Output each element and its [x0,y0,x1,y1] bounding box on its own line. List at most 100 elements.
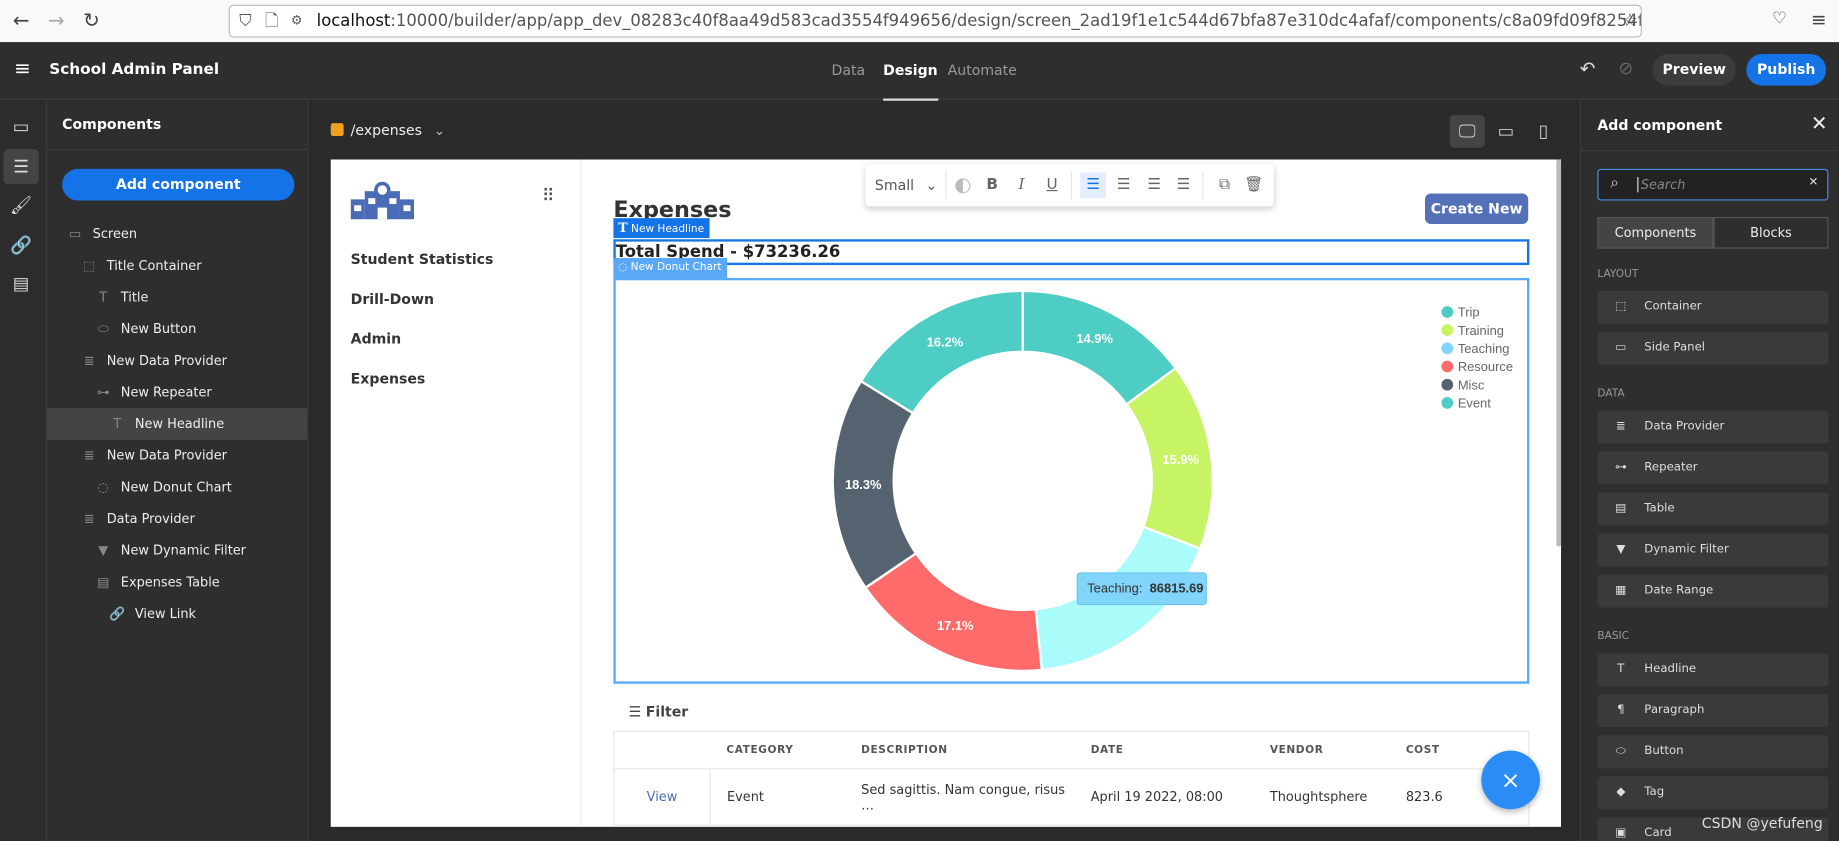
component-item[interactable]: ¶ Paragraph [1597,694,1829,728]
repeater-icon: ⊶ [1614,460,1627,474]
component-item[interactable]: ◆ Tag [1597,776,1829,810]
publish-button[interactable]: Publish [1746,53,1827,86]
tab-automate[interactable]: Automate [948,62,1017,78]
align-center-icon[interactable]: ☰ [1111,172,1137,198]
link-icon[interactable]: 🔗 [4,228,39,263]
filter-button[interactable]: ☰ Filter [629,704,689,720]
column-header[interactable]: CATEGORY [710,731,845,769]
color-picker-icon[interactable]: ◐ [950,172,976,198]
undo-icon[interactable]: ↶ [1580,57,1596,79]
nav-student-statistics[interactable]: Student Statistics [351,251,494,267]
forward-icon[interactable]: → [45,9,68,32]
bold-icon[interactable]: B [979,172,1005,198]
url-bar[interactable]: ⛉ 🗋 ⚙ localhost:10000/builder/app/app_de… [228,4,1642,38]
headline[interactable]: Total Spend - $73236.26 [613,239,1530,266]
underline-icon[interactable]: U [1039,172,1065,198]
tab-data[interactable]: Data [832,62,866,78]
tree-item[interactable]: ⊶ New Repeater [47,376,307,408]
component-item-label: Table [1644,501,1675,515]
tree-item-label: Expenses Table [120,574,220,590]
components-list-icon[interactable]: ☰ [3,148,39,185]
search-input[interactable]: ⌕ Search ✕ [1597,168,1829,201]
nav-admin[interactable]: Admin [351,331,401,347]
clear-search-icon[interactable]: ✕ [1809,176,1819,189]
close-icon[interactable]: ✕ [1811,113,1828,136]
tree-item[interactable]: ≣ Data Provider [47,503,307,535]
donut-icon: ◌ [618,261,628,274]
column-header[interactable] [614,731,710,769]
align-justify-icon[interactable]: ☰ [1170,172,1196,198]
tree-item[interactable]: ⬚ Title Container [47,250,307,282]
back-icon[interactable]: ← [9,9,32,32]
component-item[interactable]: ▤ Table [1597,492,1829,526]
duplicate-icon[interactable]: ⧉ [1212,172,1238,198]
component-item[interactable]: T Headline [1597,653,1829,687]
brush-icon[interactable]: 🖌 [4,188,39,223]
screens-icon[interactable]: ▭ [4,109,39,144]
pocket-icon[interactable]: ♡ [1772,9,1787,28]
tree-item[interactable]: ≣ New Data Provider [47,345,307,377]
nav-drill-down[interactable]: Drill-Down [351,291,434,307]
layout-icon[interactable]: ▤ [4,266,39,301]
component-item[interactable]: ▦ Date Range [1597,574,1829,608]
tree-item[interactable]: 🔗 View Link [47,598,307,630]
tree-item[interactable]: T New Headline [46,408,308,440]
bookmark-star-icon[interactable]: ☆ [1622,9,1638,30]
create-new-button[interactable]: Create New [1424,193,1529,225]
menu-icon[interactable]: ≡ [1811,8,1827,30]
watermark: CSDN @yefufeng [1701,815,1823,832]
legend-item[interactable]: Event [1441,396,1491,411]
desktop-view-icon[interactable]: 🖵 [1449,114,1485,148]
hamburger-icon[interactable]: ≡ [14,57,31,80]
component-item[interactable]: ▼ Dynamic Filter [1597,533,1829,567]
headline-icon: T [99,289,108,305]
tree-item[interactable]: ◌ New Donut Chart [47,471,307,503]
legend-item[interactable]: Teaching [1441,341,1509,356]
align-left-icon[interactable]: ☰ [1080,172,1106,199]
legend-swatch [1441,306,1454,318]
component-item[interactable]: ▭ Side Panel [1597,331,1829,365]
reload-icon[interactable]: ↻ [80,9,103,32]
legend-item[interactable]: Misc [1441,377,1485,392]
align-right-icon[interactable]: ☰ [1141,172,1167,198]
canvas-scrollbar[interactable] [1556,159,1562,547]
tree-item[interactable]: ▤ Expenses Table [47,566,307,598]
close-fab-button[interactable]: × [1481,750,1540,810]
column-header[interactable]: DATE [1074,731,1253,769]
legend-item[interactable]: Resource [1441,359,1513,374]
tablet-view-icon[interactable]: ▭ [1488,115,1523,148]
component-item[interactable]: ⬚ Container [1597,290,1829,324]
column-header[interactable]: VENDOR [1253,731,1389,769]
mobile-view-icon[interactable]: ▯ [1526,115,1561,148]
tab-blocks[interactable]: Blocks [1713,216,1829,249]
slice-event[interactable] [859,289,1024,415]
preview-button[interactable]: Preview [1652,53,1736,86]
legend-item[interactable]: Trip [1441,305,1480,320]
app-preview-off-icon[interactable]: ⊘ [1619,57,1634,78]
icon-rail: ▭ ☰ 🖌 🔗 ▤ [0,100,47,841]
route-selector[interactable]: /expenses ⌄ [330,122,445,138]
tree-item[interactable]: ▼ New Dynamic Filter [47,535,307,567]
app-grid-icon[interactable]: ⠿ [542,185,555,206]
component-item-label: Tag [1644,785,1665,799]
badge-label: New Donut Chart [630,261,722,274]
tree-item[interactable]: ≣ New Data Provider [47,440,307,472]
italic-icon[interactable]: I [1009,172,1035,198]
delete-icon[interactable]: 🗑 [1241,172,1267,198]
nav-expenses[interactable]: Expenses [351,371,426,387]
cell-link[interactable]: View [613,768,711,826]
add-component-button[interactable]: Add component [62,168,295,201]
legend-item[interactable]: Training [1441,323,1504,338]
app-main: Expenses Small ⌄ ◐ B I U ☰ ☰ ☰ ☰ ⧉ 🗑 Cre… [582,160,1561,827]
tab-design[interactable]: Design [883,62,938,101]
component-item[interactable]: ⊶ Repeater [1597,451,1829,485]
tree-item[interactable]: ▭ Screen [47,218,307,250]
tree-item[interactable]: T Title [47,281,307,313]
tree-item[interactable]: ⬭ New Button [47,313,307,345]
component-item[interactable]: ⬭ Button [1597,735,1829,769]
size-select[interactable]: Small ⌄ [875,172,937,198]
component-item[interactable]: ≣ Data Provider [1597,410,1829,444]
column-header[interactable]: DESCRIPTION [845,731,1075,769]
tab-components[interactable]: Components [1597,216,1714,249]
donut-chart[interactable]: 14.9% 15.9% 17.1% 18.3% 16.2% Trip Training Tea… [613,277,1530,684]
